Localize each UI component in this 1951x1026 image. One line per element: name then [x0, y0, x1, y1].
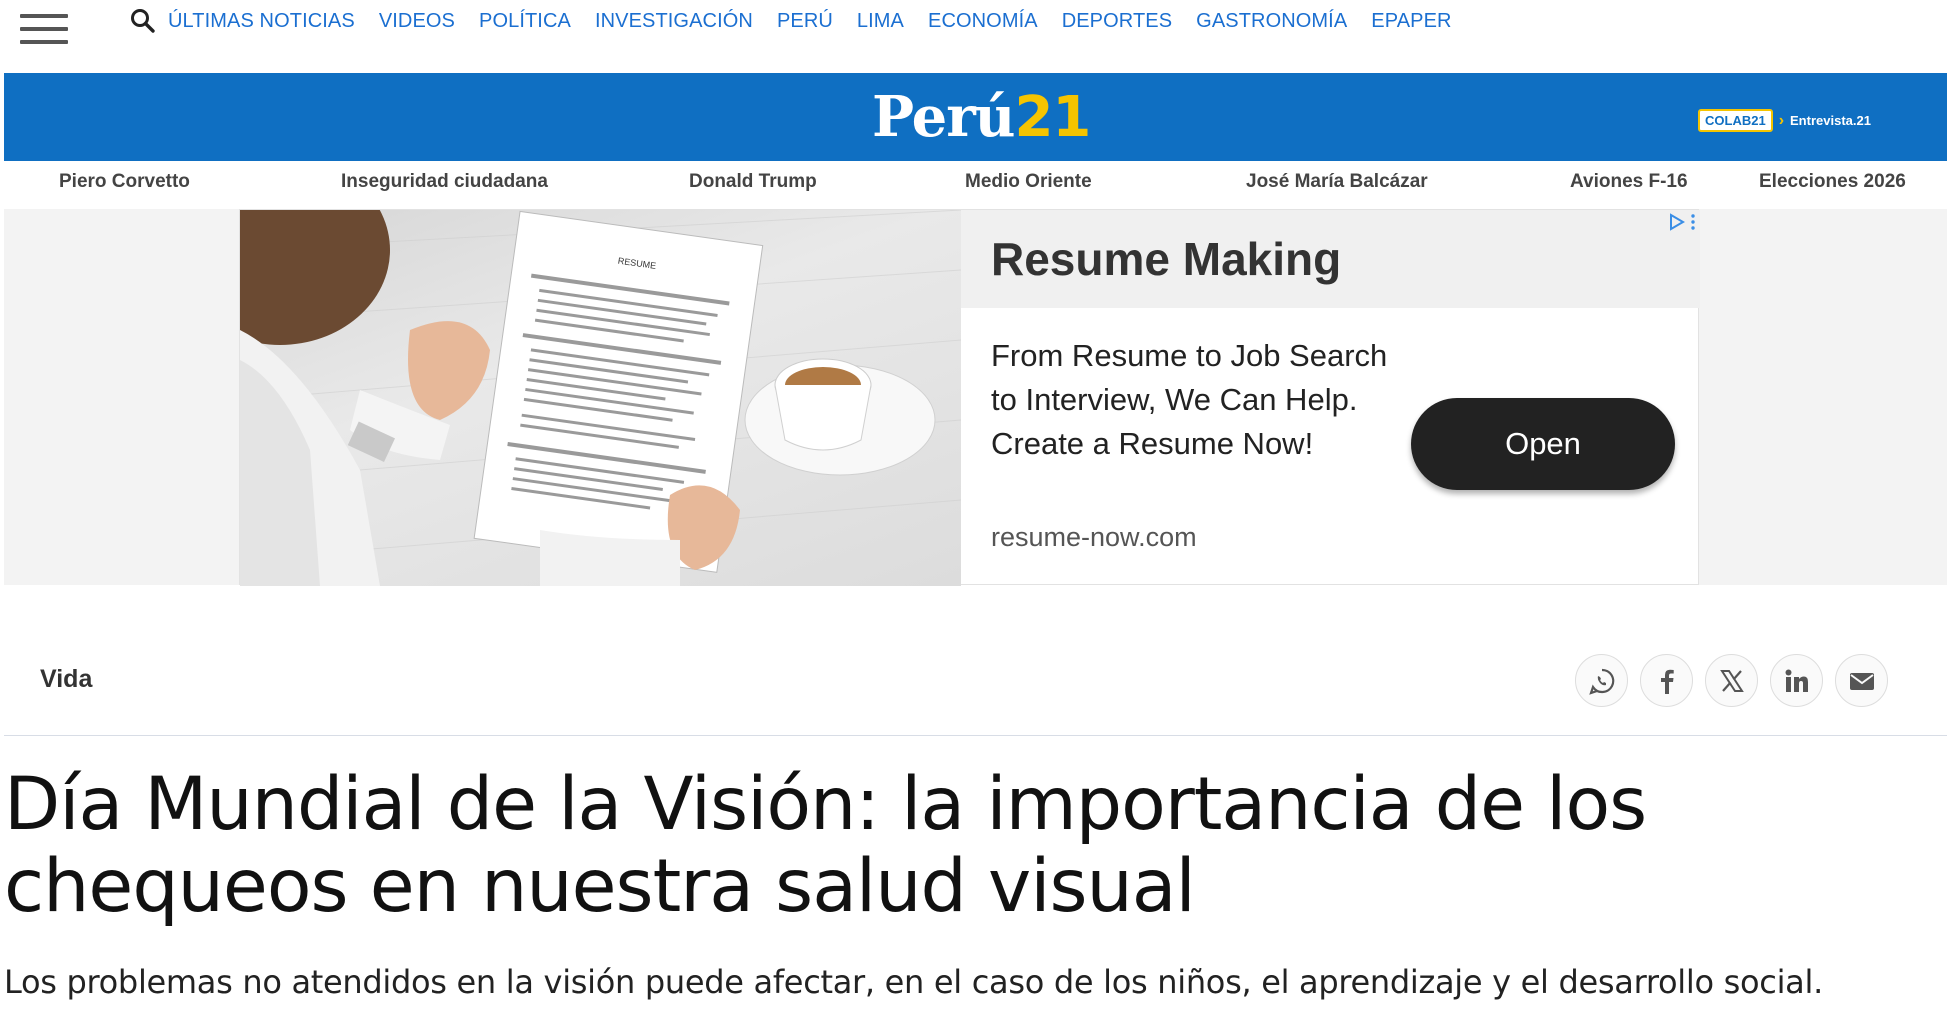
linkedin-share-button[interactable]	[1770, 654, 1823, 707]
ad-domain[interactable]: resume-now.com	[991, 522, 1197, 553]
nav-link-ultimas-noticias[interactable]: ÚLTIMAS NOTICIAS	[168, 10, 355, 33]
whatsapp-share-button[interactable]	[1575, 654, 1628, 707]
ad-title-bar: Resume Making	[961, 210, 1700, 308]
section-label[interactable]: Vida	[40, 665, 92, 694]
nav-link-gastronomia[interactable]: GASTRONOMÍA	[1196, 10, 1347, 33]
linkedin-icon	[1785, 669, 1808, 692]
ad-container: RESUME Resume Making From Resume to Job …	[4, 209, 1947, 586]
nav-link-politica[interactable]: POLÍTICA	[479, 10, 571, 33]
nav-link-epaper[interactable]: EPAPER	[1371, 10, 1451, 33]
site-logo[interactable]: Perú21	[872, 84, 1091, 150]
nav-link-videos[interactable]: VIDEOS	[379, 10, 455, 33]
top-navigation: ÚLTIMAS NOTICIAS VIDEOS POLÍTICA INVESTI…	[0, 0, 1951, 74]
advertisement[interactable]: RESUME Resume Making From Resume to Job …	[239, 209, 1700, 586]
search-icon[interactable]	[130, 8, 156, 34]
email-share-button[interactable]	[1835, 654, 1888, 707]
share-buttons	[1575, 654, 1888, 707]
ad-open-button[interactable]: Open	[1411, 398, 1675, 490]
logo-number: 21	[1014, 85, 1091, 150]
nav-link-peru[interactable]: PERÚ	[777, 10, 833, 33]
trending-topics: Piero Corvetto Inseguridad ciudadana Don…	[0, 161, 1951, 209]
chevron-right-icon: ›	[1778, 111, 1785, 129]
ad-title[interactable]: Resume Making	[991, 232, 1341, 286]
trending-item[interactable]: Inseguridad ciudadana	[341, 171, 548, 193]
article-headline: Día Mundial de la Visión: la importancia…	[4, 762, 1647, 929]
nav-link-deportes[interactable]: DEPORTES	[1062, 10, 1172, 33]
nav-link-economia[interactable]: ECONOMÍA	[928, 10, 1038, 33]
x-icon	[1719, 669, 1744, 692]
colab-link[interactable]: COLAB21 › Entrevista.21	[1698, 109, 1871, 132]
trending-item[interactable]: Donald Trump	[689, 171, 817, 193]
x-share-button[interactable]	[1705, 654, 1758, 707]
colab-badge: COLAB21	[1698, 109, 1773, 132]
trending-item[interactable]: Elecciones 2026	[1759, 171, 1906, 193]
ad-content: Resume Making From Resume to Job Search …	[961, 210, 1700, 586]
section-divider	[4, 735, 1947, 736]
nav-link-investigacion[interactable]: INVESTIGACIÓN	[595, 10, 753, 33]
trending-item[interactable]: Medio Oriente	[965, 171, 1092, 193]
colab-link-label: Entrevista.21	[1790, 113, 1871, 128]
facebook-share-button[interactable]	[1640, 654, 1693, 707]
trending-item[interactable]: José María Balcázar	[1246, 171, 1428, 193]
menu-icon[interactable]	[20, 12, 68, 46]
article-subheadline: Los problemas no atendidos en la visión …	[4, 963, 1823, 1001]
trending-item[interactable]: Piero Corvetto	[59, 171, 190, 193]
nav-link-lima[interactable]: LIMA	[857, 10, 904, 33]
trending-item[interactable]: Aviones F-16	[1570, 171, 1688, 193]
logo-word: Perú	[872, 84, 1015, 150]
ad-description: From Resume to Job Search to Interview, …	[991, 338, 1388, 461]
whatsapp-icon	[1588, 668, 1614, 695]
email-icon	[1849, 672, 1874, 690]
facebook-icon	[1660, 669, 1674, 694]
adchoices-icon[interactable]	[1669, 212, 1699, 232]
brand-header: Perú21 COLAB21 › Entrevista.21	[4, 73, 1947, 161]
ad-image: RESUME	[240, 210, 961, 586]
section-links: ÚLTIMAS NOTICIAS VIDEOS POLÍTICA INVESTI…	[168, 10, 1476, 33]
